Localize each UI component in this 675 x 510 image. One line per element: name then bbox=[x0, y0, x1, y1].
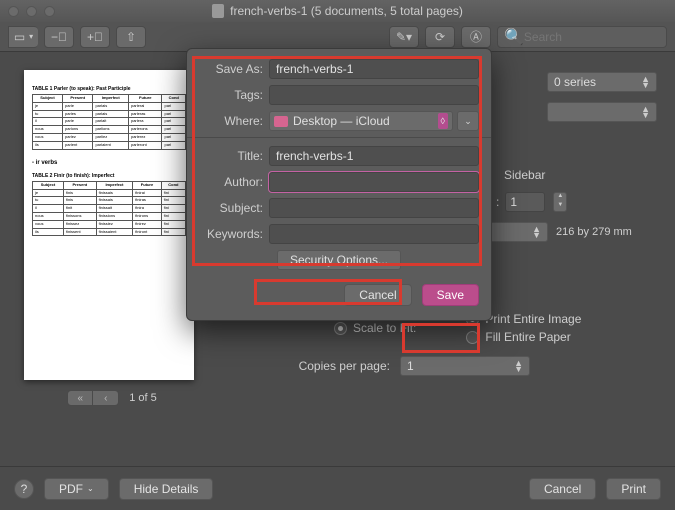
save-dialog: Save As: Tags: Where: Desktop — iCloud ◊… bbox=[186, 48, 492, 321]
expand-save-dialog-button[interactable]: ⌄ bbox=[457, 111, 479, 131]
title-input[interactable] bbox=[269, 146, 479, 166]
save-as-input[interactable] bbox=[269, 59, 479, 79]
paper-dimensions: 216 by 279 mm bbox=[556, 226, 632, 238]
pager-prev-button[interactable]: ‹ bbox=[93, 390, 119, 406]
copies-per-page-select[interactable]: 1 ▲▼ bbox=[400, 356, 530, 376]
search-field[interactable]: 🔍 bbox=[497, 26, 667, 48]
thumb-section: - ir verbs bbox=[32, 160, 186, 167]
blank-select-1[interactable]: ▲▼ bbox=[547, 102, 657, 122]
print-cancel-button[interactable]: Cancel bbox=[529, 478, 596, 500]
where-label: Where: bbox=[199, 114, 263, 128]
search-input[interactable] bbox=[524, 30, 660, 44]
chevron-down-icon: ⌄ bbox=[464, 116, 472, 127]
share-button[interactable]: ⇧ bbox=[116, 26, 146, 48]
tags-label: Tags: bbox=[199, 88, 263, 102]
thumb-table1: SubjectPresentImperfectFutureCond jeparl… bbox=[32, 94, 186, 150]
scale-to-fit-radio[interactable] bbox=[334, 322, 347, 335]
copies-per-page-value: 1 bbox=[407, 359, 414, 373]
scale-to-fit-label: Scale to Fit: bbox=[353, 321, 416, 335]
help-button[interactable]: ? bbox=[14, 479, 34, 499]
pager-label: 1 of 5 bbox=[129, 392, 157, 404]
security-options-button[interactable]: Security Options... bbox=[277, 250, 401, 270]
fill-entire-paper-label: Fill Entire Paper bbox=[485, 330, 570, 344]
save-dialog-save-button[interactable]: Save bbox=[422, 284, 479, 306]
pager-first-button[interactable]: « bbox=[67, 390, 93, 406]
sidebar-colon: : bbox=[496, 195, 499, 209]
rotate-button[interactable]: ⟳ bbox=[425, 26, 455, 48]
where-value: Desktop — iCloud bbox=[293, 114, 433, 128]
pdf-menu-button[interactable]: PDF⌄ bbox=[44, 478, 109, 500]
sidebar-suffix: Sidebar bbox=[504, 168, 545, 182]
chevron-updown-icon: ▲▼ bbox=[641, 106, 650, 118]
series-select[interactable]: 0 series ▲▼ bbox=[547, 72, 657, 92]
annotate-button[interactable]: Ⓐ bbox=[461, 26, 491, 48]
chevron-updown-icon: ▲▼ bbox=[641, 76, 650, 88]
fill-entire-paper-radio[interactable] bbox=[466, 331, 479, 344]
search-icon: 🔍 bbox=[504, 27, 524, 47]
subject-label: Subject: bbox=[199, 201, 263, 215]
author-label: Author: bbox=[199, 175, 263, 189]
window-title: french-verbs-1 (5 documents, 5 total pag… bbox=[230, 4, 463, 18]
chevron-updown-icon: ▲▼ bbox=[514, 360, 523, 372]
window-titlebar: french-verbs-1 (5 documents, 5 total pag… bbox=[0, 0, 675, 22]
page-thumbnail[interactable]: TABLE 1 Parler (to speak): Past Particip… bbox=[24, 70, 194, 380]
series-select-value: 0 series bbox=[554, 75, 596, 89]
where-select[interactable]: Desktop — iCloud ◊ bbox=[269, 111, 453, 131]
thumb-table1-title: TABLE 1 Parler (to speak): Past Particip… bbox=[32, 86, 186, 92]
subject-input[interactable] bbox=[269, 198, 479, 218]
thumb-table2: SubjectPresentImperfectFutureCond jefini… bbox=[32, 181, 186, 237]
print-button[interactable]: Print bbox=[606, 478, 661, 500]
print-entire-image-label: Print Entire Image bbox=[485, 312, 581, 326]
window-footer: ? PDF⌄ Hide Details Cancel Print bbox=[0, 466, 675, 510]
copies-per-page-label: Copies per page: bbox=[214, 359, 390, 373]
zoom-out-button[interactable]: −⃝ bbox=[44, 26, 74, 48]
tags-input[interactable] bbox=[269, 85, 479, 105]
sidebar-toggle-button[interactable]: ▭▾ bbox=[8, 26, 38, 48]
divider bbox=[187, 137, 491, 138]
zoom-in-button[interactable]: +⃝ bbox=[80, 26, 110, 48]
chevron-down-icon: ⌄ bbox=[87, 484, 94, 493]
chevron-updown-icon: ▲▼ bbox=[532, 226, 541, 238]
page-pager: « ‹ 1 of 5 bbox=[24, 390, 200, 406]
sidebar-count-input[interactable] bbox=[505, 192, 545, 212]
keywords-input[interactable] bbox=[269, 224, 479, 244]
title-label: Title: bbox=[199, 149, 263, 163]
markup-button[interactable]: ✎▾ bbox=[389, 26, 419, 48]
hide-details-button[interactable]: Hide Details bbox=[119, 478, 214, 500]
sidebar-count-stepper[interactable]: ▲▼ bbox=[553, 192, 567, 212]
folder-icon bbox=[274, 116, 288, 127]
document-icon bbox=[212, 4, 224, 18]
author-input[interactable] bbox=[269, 172, 479, 192]
page-preview: TABLE 1 Parler (to speak): Past Particip… bbox=[0, 52, 210, 466]
thumb-table2-title: TABLE 2 Finir (to finish): Imperfect bbox=[32, 173, 186, 179]
save-as-label: Save As: bbox=[199, 62, 263, 76]
save-dialog-cancel-button[interactable]: Cancel bbox=[344, 284, 411, 306]
keywords-label: Keywords: bbox=[199, 227, 263, 241]
chevron-updown-icon: ◊ bbox=[438, 113, 448, 129]
